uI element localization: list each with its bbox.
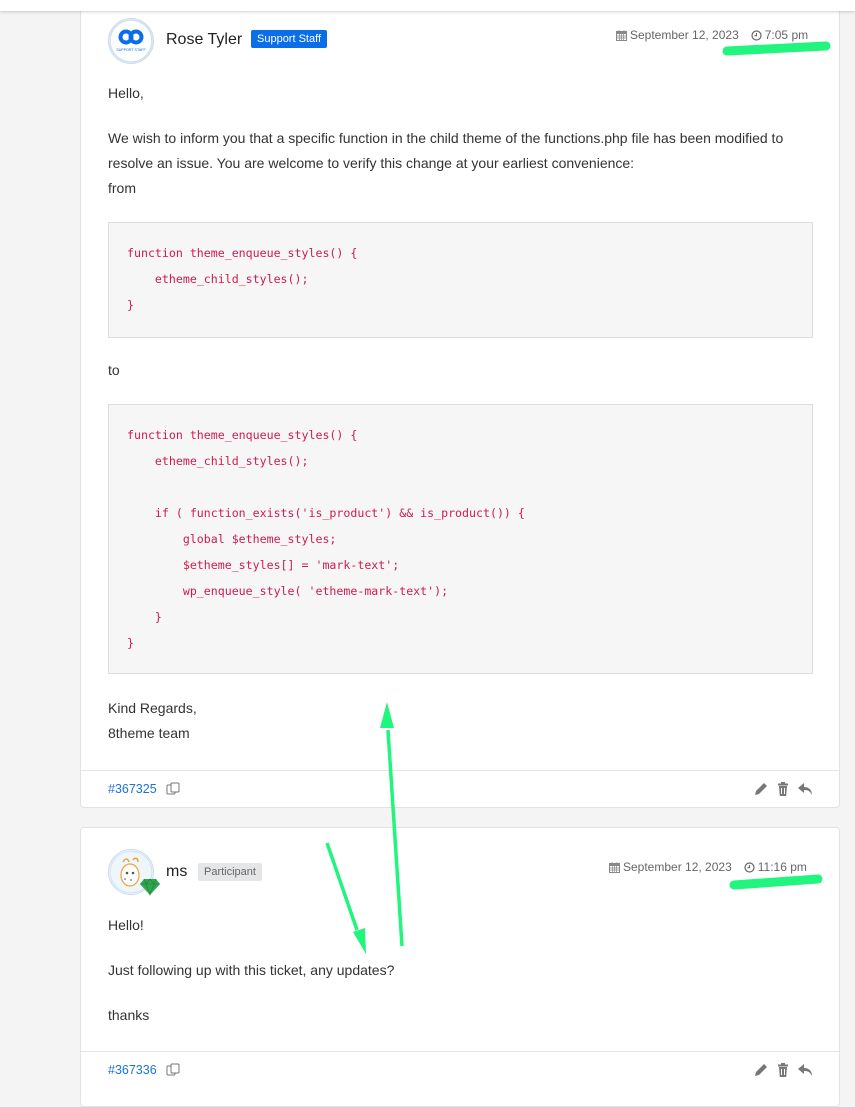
code-line: global $etheme_styles;	[127, 532, 337, 546]
message-line: Hello!	[108, 917, 144, 933]
gem-rank-icon	[140, 878, 160, 896]
code-block-before: function theme_enqueue_styles() { etheme…	[108, 222, 813, 338]
code-line: }	[127, 610, 162, 624]
reply-footer: #367336	[81, 1051, 839, 1089]
avatar[interactable]	[108, 849, 160, 896]
reply-time: 7:05 pm	[764, 28, 809, 42]
reply-icon[interactable]	[797, 1062, 813, 1078]
reply-footer: #367325	[81, 770, 839, 808]
reply-time: 11:16 pm	[757, 860, 807, 874]
edit-icon[interactable]	[753, 1062, 769, 1078]
message-paragraph: We wish to inform you that a specific fu…	[108, 130, 784, 171]
from-label: from	[108, 180, 136, 196]
edit-icon[interactable]	[753, 781, 769, 797]
message-line: thanks	[108, 1007, 150, 1023]
clock-icon	[751, 29, 762, 41]
calendar-icon	[609, 861, 620, 873]
reply-permalink[interactable]: #367325	[108, 782, 157, 796]
code-line: function theme_enqueue_styles() {	[127, 428, 358, 442]
message-line: Just following up with this ticket, any …	[108, 962, 395, 978]
signoff-regards: Kind Regards,	[108, 700, 197, 716]
support-staff-logo-icon: SUPPORT STAFF	[109, 19, 153, 63]
reply-icon[interactable]	[797, 781, 813, 797]
author-name[interactable]: ms	[166, 863, 187, 881]
role-badge: Participant	[198, 863, 262, 881]
code-line: function theme_enqueue_styles() {	[127, 246, 358, 260]
reply-date: September 12, 2023	[623, 860, 732, 874]
code-line: etheme_child_styles();	[127, 454, 309, 468]
copy-icon[interactable]	[166, 782, 180, 801]
avatar[interactable]: SUPPORT STAFF	[108, 18, 154, 64]
top-bar	[0, 0, 855, 11]
author-name[interactable]: Rose Tyler	[166, 31, 242, 49]
copy-icon[interactable]	[166, 1063, 180, 1082]
reply-card: SUPPORT STAFF Rose Tyler Support Staff S…	[80, 0, 840, 808]
calendar-icon	[616, 29, 627, 41]
to-label: to	[108, 362, 120, 378]
reply-permalink[interactable]: #367336	[108, 1063, 157, 1077]
signoff-team: 8theme team	[108, 725, 190, 741]
svg-text:SUPPORT STAFF: SUPPORT STAFF	[116, 48, 146, 52]
reply-meta: September 12, 2023 11:16 pm	[609, 860, 807, 874]
greeting: Hello,	[108, 85, 144, 101]
reply-card: ms Participant September 12, 2023 11:16 …	[80, 827, 840, 1107]
trash-icon[interactable]	[775, 1062, 791, 1078]
code-line: $etheme_styles[] = 'mark-text';	[127, 558, 400, 572]
clock-icon	[744, 861, 755, 873]
code-line: wp_enqueue_style( 'etheme-mark-text');	[127, 584, 449, 598]
code-line: etheme_child_styles();	[127, 272, 309, 286]
trash-icon[interactable]	[775, 781, 791, 797]
reply-date: September 12, 2023	[630, 28, 739, 42]
code-line: }	[127, 298, 134, 312]
code-line: }	[127, 636, 134, 650]
code-block-after: function theme_enqueue_styles() { etheme…	[108, 404, 813, 674]
role-badge: Support Staff	[251, 30, 328, 48]
code-line: if ( function_exists('is_product') && is…	[127, 506, 525, 520]
reply-meta: September 12, 2023 7:05 pm	[616, 28, 808, 42]
